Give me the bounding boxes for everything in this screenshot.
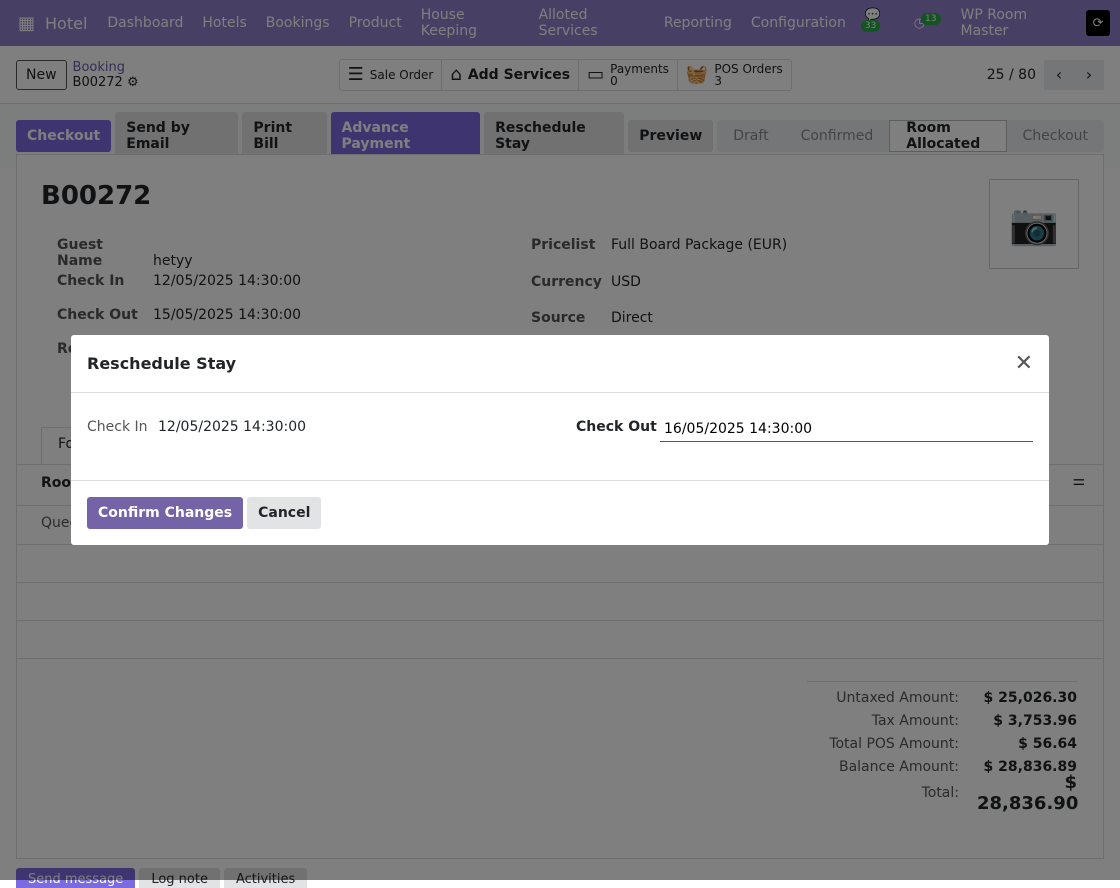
checkin-label: Check In xyxy=(87,419,148,435)
dialog-title: Reschedule Stay xyxy=(87,354,236,373)
confirm-changes-button[interactable]: Confirm Changes xyxy=(87,497,243,529)
checkin-value: 12/05/2025 14:30:00 xyxy=(158,419,306,435)
cancel-button[interactable]: Cancel xyxy=(247,497,321,529)
checkout-label: Check Out xyxy=(576,419,657,435)
checkout-input[interactable] xyxy=(660,417,1033,442)
close-icon[interactable]: ✕ xyxy=(1015,351,1033,376)
reschedule-dialog: Reschedule Stay ✕ Check In 12/05/2025 14:… xyxy=(71,335,1049,545)
